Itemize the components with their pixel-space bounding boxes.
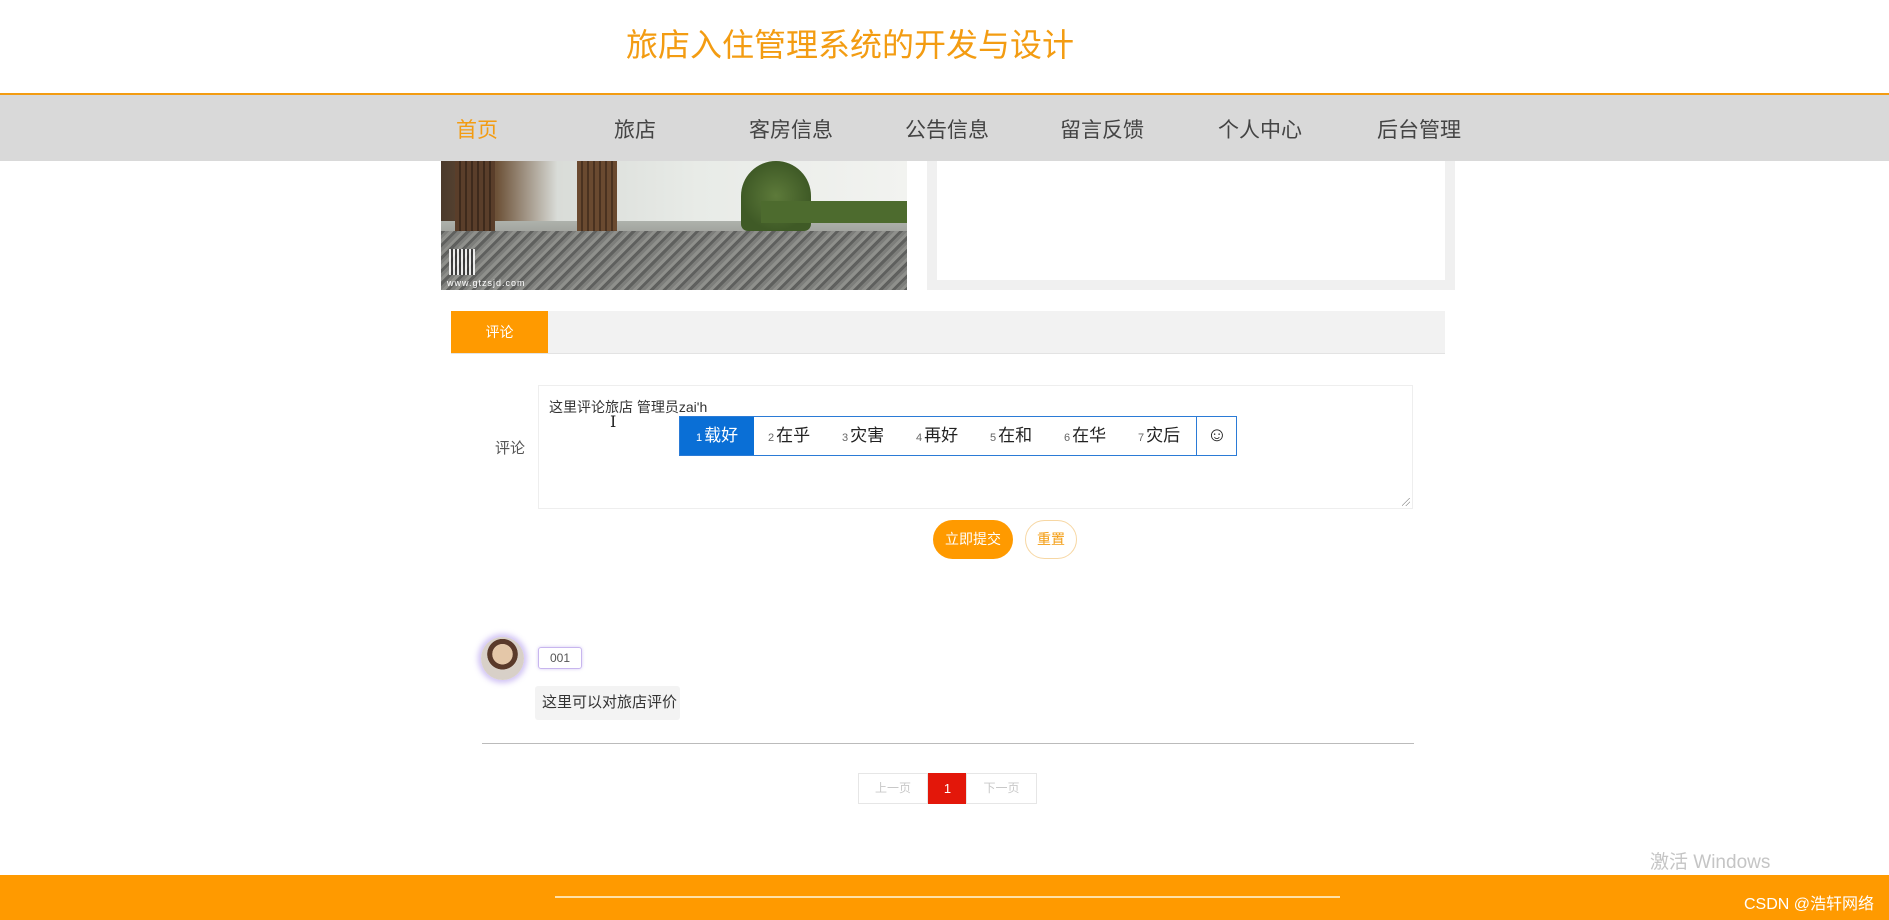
ime-candidate[interactable]: 7 灾后 [1138,417,1180,455]
tab-bar: 评论 [451,311,1445,354]
ime-candidate[interactable]: 3 灾害 [842,417,884,455]
comment-textarea-value: 这里评论旅店 管理员zai'h [549,399,708,415]
emoji-icon[interactable]: ☺ [1196,417,1237,455]
pager-prev-button[interactable]: 上一页 [858,773,928,804]
comment-content: 这里可以对旅店评价 [535,686,680,720]
comment-username: 001 [538,647,582,669]
hotel-info-panel [927,161,1455,290]
qr-code-icon [449,249,475,275]
nav-item-rooms[interactable]: 客房信息 [749,114,833,144]
resize-handle[interactable] [1402,498,1410,506]
divider [482,743,1414,744]
footer-divider [555,896,1340,898]
hotel-photo: www.gtzsjd.com [441,161,907,290]
tab-comment[interactable]: 评论 [451,311,548,353]
avatar [481,637,524,680]
nav-item-hotel[interactable]: 旅店 [614,114,656,144]
reset-button[interactable]: 重置 [1025,520,1077,559]
footer [0,875,1889,920]
nav-item-profile[interactable]: 个人中心 [1218,114,1302,144]
csdn-watermark: CSDN @浩轩网络 [1743,896,1874,913]
ime-candidate[interactable]: 2 在乎 [768,417,810,455]
windows-activate-watermark: 激活 Windows [1650,852,1771,873]
pager-next-button[interactable]: 下一页 [966,773,1037,804]
photo-watermark: www.gtzsjd.com [447,278,526,288]
ime-candidate[interactable]: 5 在和 [990,417,1032,455]
main-nav: 首页 旅店 客房信息 公告信息 留言反馈 个人中心 后台管理 [0,93,1889,161]
ime-candidate-window: 1 载好 2 在乎 3 灾害 4 再好 5 在和 6 在华 7 灾后 ☺ [679,416,1237,456]
ime-candidate[interactable]: 6 在华 [1064,417,1106,455]
nav-item-admin[interactable]: 后台管理 [1377,114,1461,144]
site-title: 旅店入住管理系统的开发与设计 [626,27,1075,63]
comment-label: 评论 [495,440,526,457]
ime-candidate[interactable]: 4 再好 [916,417,958,455]
ime-candidate[interactable]: 1 载好 [680,417,754,455]
nav-item-feedback[interactable]: 留言反馈 [1060,114,1144,144]
pager-current-page[interactable]: 1 [928,773,967,804]
nav-item-home[interactable]: 首页 [456,114,498,144]
submit-button[interactable]: 立即提交 [933,520,1013,559]
nav-item-notices[interactable]: 公告信息 [905,114,989,144]
text-cursor-icon: I [610,412,617,431]
